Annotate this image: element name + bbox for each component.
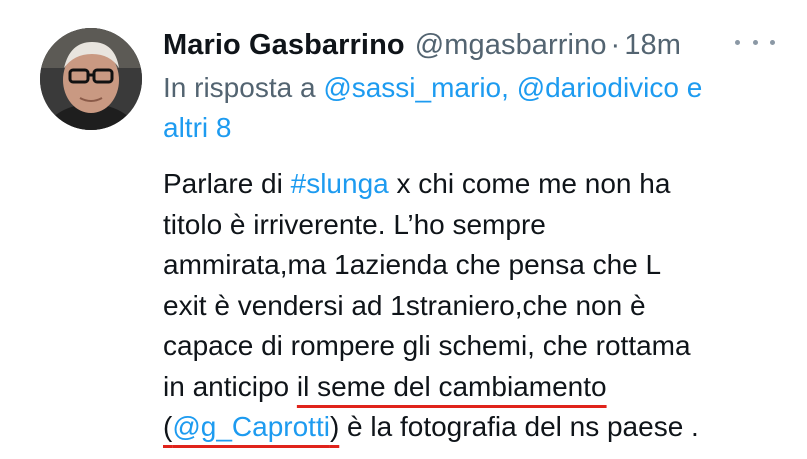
tweet-line: capace di rompere gli schemi, che rottam… — [163, 330, 691, 361]
author-handle[interactable]: @mgasbarrino — [415, 29, 607, 62]
tweet-line: Parlare di #slunga x chi come me non ha — [163, 164, 803, 205]
text-segment: Parlare di — [163, 168, 291, 199]
tweet-line: ammirata,ma 1azienda che pensa che L — [163, 249, 662, 280]
more-options-icon[interactable] — [735, 32, 775, 52]
paren-close: ) — [329, 411, 340, 442]
paren-open: ( — [163, 411, 173, 442]
reply-context: In risposta a @sassi_mario, @dariodivico… — [163, 68, 783, 148]
underlined-phrase: il seme del cambiamento — [296, 370, 607, 402]
profile-photo — [40, 28, 142, 130]
reply-mention-dariodivico[interactable]: @dariodivico — [517, 72, 679, 103]
tweet-header: Mario Gasbarrino @mgasbarrino · 18m — [163, 25, 681, 65]
tweet-line: titolo è irriverente. L’ho sempre — [163, 208, 546, 240]
author-display-name[interactable]: Mario Gasbarrino — [163, 29, 405, 62]
tweet: Mario Gasbarrino @mgasbarrino · 18m In r… — [0, 0, 807, 459]
more-dot — [752, 39, 758, 45]
text-segment: x chi come me non ha — [388, 168, 671, 199]
more-dot — [770, 39, 775, 45]
more-dot — [735, 39, 740, 45]
underlined-mention-wrapper: (@g_Caprotti) — [163, 411, 339, 442]
separator-dot: · — [610, 28, 621, 61]
tweet-text: Parlare di #slunga x chi come me non ha … — [163, 164, 803, 448]
reply-mention-sassi-mario[interactable]: @sassi_mario, — [323, 72, 509, 103]
tweet-line: (@g_Caprotti) è la fotografia del ns pae… — [163, 407, 803, 448]
author-avatar[interactable] — [40, 28, 142, 130]
hashtag-slunga[interactable]: #slunga — [291, 168, 389, 199]
reply-others-link[interactable]: altri 8 — [163, 112, 231, 143]
tweet-timestamp[interactable]: 18m — [624, 29, 681, 62]
tweet-line: in anticipo il seme del cambiamento — [163, 367, 803, 408]
tweet-line: exit è vendersi ad 1straniero,che non è — [163, 289, 646, 321]
reply-conjunction[interactable]: e — [687, 72, 703, 103]
text-segment: in anticipo — [163, 370, 297, 402]
text-segment: è la fotografia del ns paese . — [339, 411, 699, 442]
reply-prefix: In risposta a — [163, 72, 316, 103]
mention-g-caprotti[interactable]: @g_Caprotti — [172, 411, 330, 442]
